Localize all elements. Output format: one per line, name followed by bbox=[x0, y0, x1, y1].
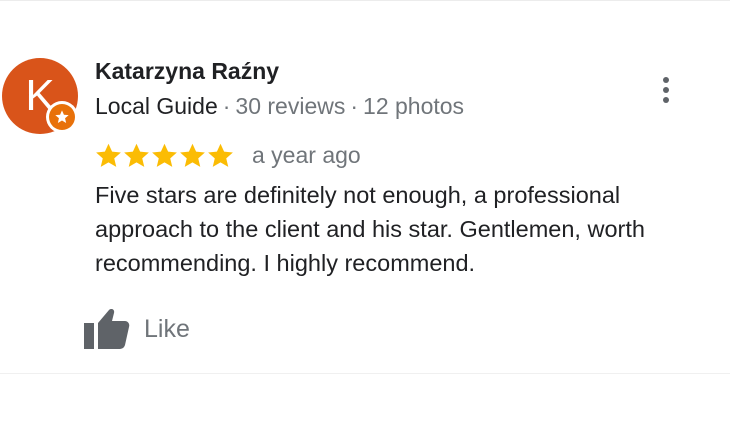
star-icon bbox=[208, 143, 233, 167]
like-label: Like bbox=[144, 314, 190, 343]
more-vertical-icon bbox=[663, 77, 669, 83]
rating-row: a year ago bbox=[95, 140, 361, 170]
star-rating bbox=[95, 142, 234, 169]
thumbs-up-icon bbox=[84, 309, 130, 349]
star-icon bbox=[152, 143, 177, 167]
star-icon bbox=[180, 143, 205, 167]
like-button[interactable]: Like bbox=[82, 306, 190, 352]
photos-count: 12 photos bbox=[363, 93, 465, 119]
local-guide-badge bbox=[46, 101, 78, 133]
star-icon bbox=[96, 143, 121, 167]
local-guide-star-icon bbox=[55, 110, 69, 123]
review-time: a year ago bbox=[252, 141, 361, 168]
author-meta: Local Guide · 30 reviews · 12 photos bbox=[95, 93, 464, 120]
bottom-divider bbox=[0, 373, 730, 374]
review-text: Five stars are definitely not enough, a … bbox=[95, 182, 645, 276]
author-name[interactable]: Katarzyna Raźny bbox=[95, 58, 279, 85]
more-options-button[interactable] bbox=[652, 70, 680, 110]
review-card: K Katarzyna Raźny Local Guide · 30 reviews… bbox=[0, 0, 730, 446]
top-divider bbox=[0, 0, 730, 1]
meta-separator: · bbox=[222, 93, 231, 119]
local-guide-label: Local Guide bbox=[95, 93, 218, 119]
meta-separator: · bbox=[350, 93, 359, 119]
star-icon bbox=[124, 143, 149, 167]
reviews-count: 30 reviews bbox=[235, 93, 346, 119]
